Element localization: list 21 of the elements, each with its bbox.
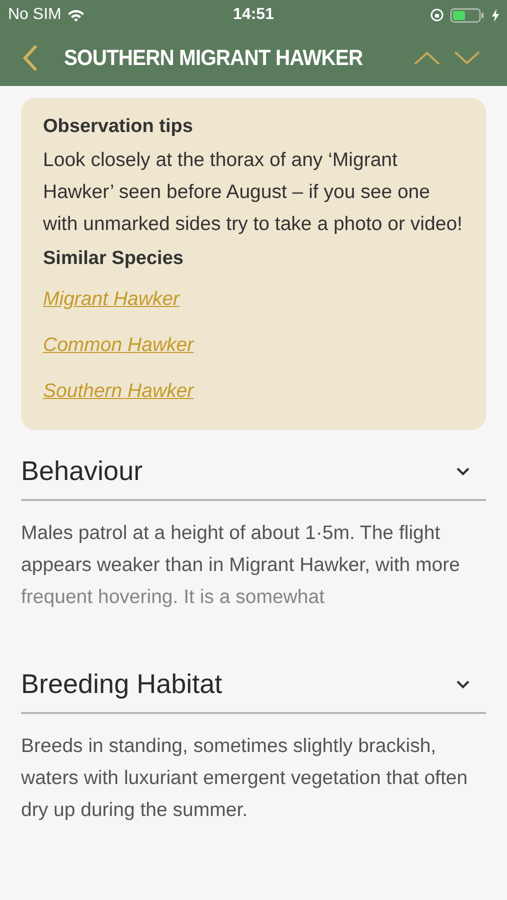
section-heading[interactable]: Breeding Habitat [21,669,222,700]
species-link[interactable]: Common Hawker [43,322,464,368]
species-link[interactable]: Southern Hawker [43,368,464,414]
wifi-icon [67,8,86,22]
chevron-up-icon[interactable] [413,50,441,66]
back-icon[interactable] [22,44,38,72]
rotation-lock-icon [430,8,444,22]
tips-heading: Observation tips [43,116,194,138]
battery-icon [450,8,486,22]
section-heading[interactable]: Behaviour [21,456,143,487]
page-title: SOUTHERN MIGRANT HAWKER [64,45,364,71]
charging-icon [492,8,499,22]
tips-text: Look closely at the thorax of any ‘Migrant Hawker’ seen before August – if you see one with unmarked sides try to take a photo or video! [43,148,464,237]
chevron-down-icon[interactable] [456,467,470,476]
section-text: Males patrol at a height of about 1·5m. The flight appears weaker than in Migrant Hawker, with more frequent hovering. It is a somewhat [21,521,461,610]
section-text: Breeds in standing, sometimes slightly brackish, waters with luxuriant emergent vegetation that often dry up during the summer. [21,734,469,823]
carrier-text: No SIM [8,6,62,24]
chevron-down-icon[interactable] [456,680,470,689]
similar-species-heading: Similar Species [43,248,184,270]
species-link[interactable]: Migrant Hawker [43,276,464,322]
clock-text: 14:51 [233,6,274,24]
